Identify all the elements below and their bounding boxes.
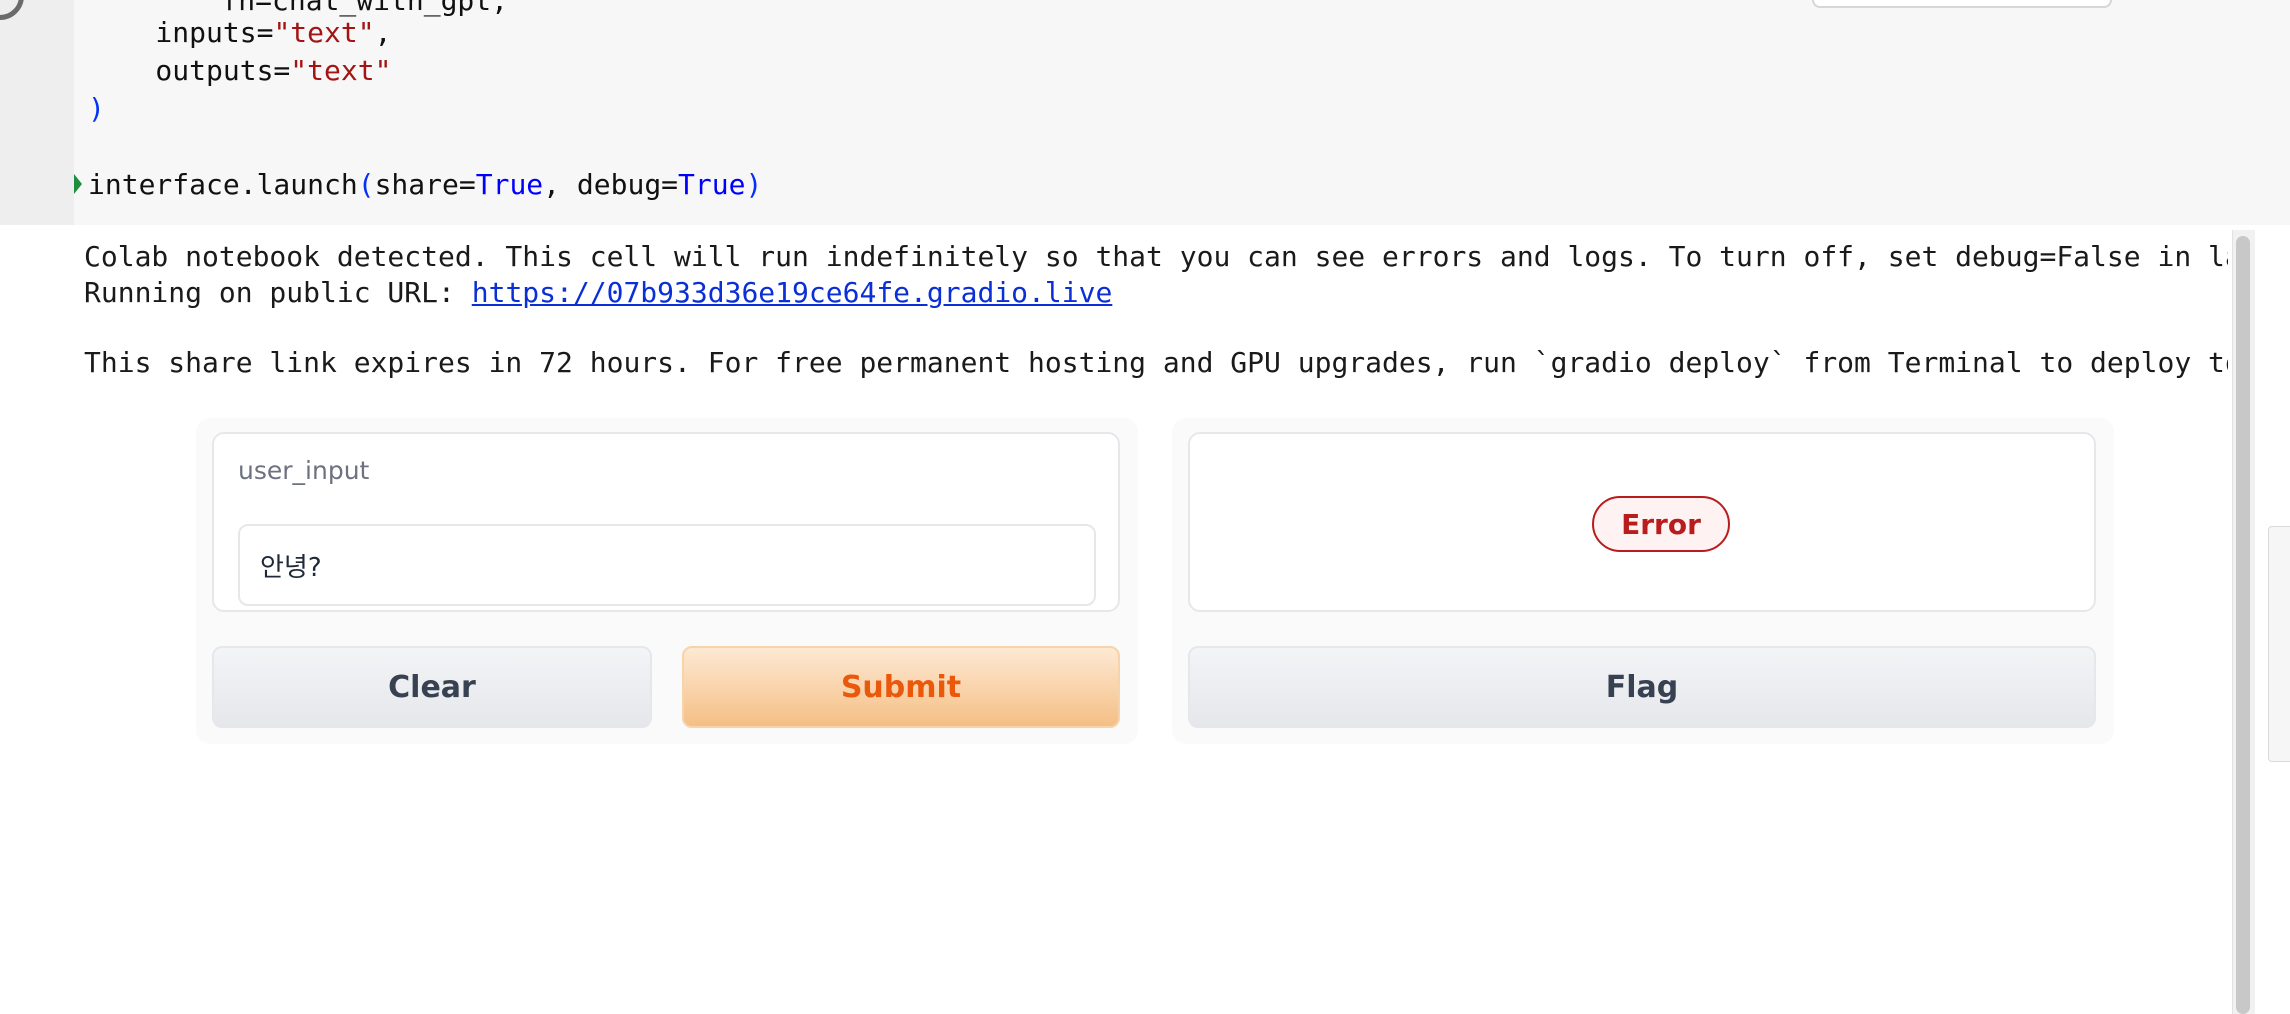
user-input-block: user_input (212, 432, 1120, 612)
output-colab-notice: Colab notebook detected. This cell will … (84, 240, 2228, 273)
error-status-badge: Error (1592, 496, 1730, 552)
output-scrollbar-thumb[interactable] (2236, 236, 2250, 1014)
gradio-output-column: Error Flag (1172, 418, 2114, 744)
cell-toolbar (1812, 0, 2112, 8)
user-input-label: user_input (238, 456, 370, 485)
output-share-expiry: This share link expires in 72 hours. For… (84, 346, 2228, 379)
code-line-close-paren: ) (88, 92, 105, 125)
public-url-link[interactable]: https://07b933d36e19ce64fe.gradio.live (472, 276, 1113, 309)
code-line-inputs: inputs="text", (88, 16, 392, 49)
user-input-field[interactable] (238, 524, 1096, 606)
code-line-launch: interface.launch(share=True, debug=True) (88, 168, 763, 201)
code-line-outputs: outputs="text" (88, 54, 392, 87)
output-public-url-line: Running on public URL: https://07b933d36… (84, 276, 1113, 309)
flag-button[interactable]: Flag (1188, 646, 2096, 728)
run-cell-icon[interactable] (0, 0, 24, 20)
cell-gutter (0, 0, 74, 225)
submit-button[interactable]: Submit (682, 646, 1120, 728)
gradio-input-column: user_input Clear Submit (196, 418, 1138, 744)
clear-button[interactable]: Clear (212, 646, 652, 728)
code-cell[interactable]: fn=chat_with_gpt, inputs="text", outputs… (0, 0, 2290, 225)
execution-marker-icon (74, 174, 82, 194)
output-block: Error (1188, 432, 2096, 612)
page-scrollbar-thumb[interactable] (2268, 526, 2290, 762)
